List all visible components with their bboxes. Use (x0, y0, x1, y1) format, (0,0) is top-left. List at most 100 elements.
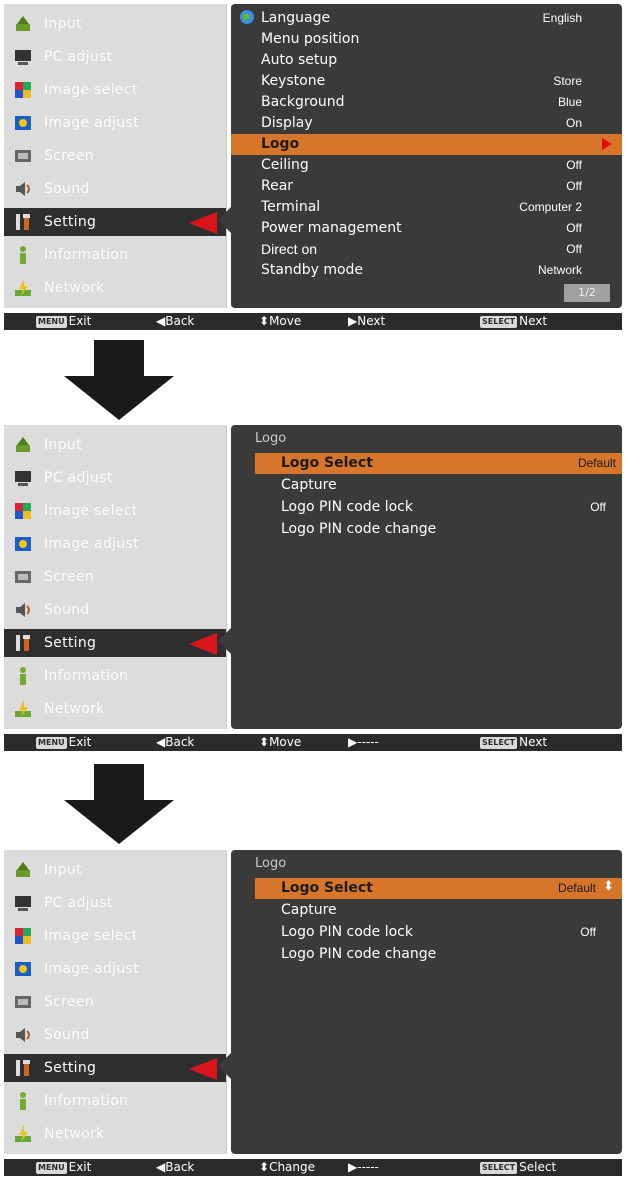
menu-row-terminal[interactable]: Terminal Computer 2 (231, 197, 622, 218)
menu-row-logo-pin-code-lock[interactable]: Logo PIN code lock Off (255, 922, 622, 943)
sound-icon (12, 599, 34, 621)
screen-3: Input PC adjust Image select Image adjus… (4, 850, 626, 1178)
menu-row-keystone[interactable]: Keystone Store (231, 71, 622, 92)
menu-row-value: Off (590, 500, 606, 514)
sound-icon (12, 178, 34, 200)
sidebar-item-label: Input (44, 437, 82, 453)
sidebar-item-label: PC adjust (44, 49, 113, 65)
menu-row-power-management[interactable]: Power management Off (231, 218, 622, 239)
status-next: ▶----- (348, 1160, 379, 1174)
menu-row-capture[interactable]: Capture (255, 900, 622, 921)
menu-row-value: Default (577, 456, 616, 470)
menu-row-value: Off (566, 158, 582, 172)
sidebar-item-label: Information (44, 247, 129, 263)
sidebar-item-label: Information (44, 668, 129, 684)
menu-row-value: Computer 2 (519, 200, 582, 214)
sidebar-item-pc-adjust[interactable]: PC adjust (4, 889, 226, 917)
sidebar-item-image-select[interactable]: Image select (4, 922, 226, 950)
menu-row-rear[interactable]: Rear Off (231, 176, 622, 197)
sidebar-item-information[interactable]: Information (4, 1087, 226, 1115)
pc-adjust-icon (12, 892, 34, 914)
menu-row-ceiling[interactable]: Ceiling Off (231, 155, 622, 176)
image-adjust-icon (12, 533, 34, 555)
submenu-title: Logo (255, 431, 287, 446)
sidebar-item-image-select[interactable]: Image select (4, 76, 226, 104)
submenu-pointer (218, 627, 232, 655)
status-select-label: Select (519, 1160, 557, 1174)
menu-row-label: Capture (281, 902, 337, 918)
submenu-pointer (218, 206, 232, 234)
sidebar-item-pc-adjust[interactable]: PC adjust (4, 464, 226, 492)
setting-menu-panel: Language English Menu position Auto setup… (231, 4, 622, 308)
menu-row-value: Off (566, 179, 582, 193)
sidebar-item-label: PC adjust (44, 470, 113, 486)
status-exit: MENU Exit (36, 735, 91, 749)
submenu-arrow-icon (602, 138, 612, 154)
sidebar-item-information[interactable]: Information (4, 662, 226, 690)
menu-row-capture[interactable]: Capture (255, 475, 622, 496)
logo-menu-panel: Logo Logo Select Default Capture Logo PIN… (231, 425, 622, 729)
sidebar-item-pc-adjust[interactable]: PC adjust (4, 43, 226, 71)
sidebar-item-image-adjust[interactable]: Image adjust (4, 955, 226, 983)
menu-row-logo-pin-code-change[interactable]: Logo PIN code change (255, 519, 622, 540)
menu-row-logo-pin-code-lock[interactable]: Logo PIN code lock Off (255, 497, 622, 518)
menu-row-standby-mode[interactable]: Standby mode Network (231, 260, 622, 281)
status-back-label: Back (165, 314, 195, 328)
sidebar-item-screen[interactable]: Screen (4, 563, 226, 591)
select-key-icon: SELECT (480, 1161, 518, 1174)
screen-icon (12, 566, 34, 588)
menu-row-value: Default (557, 881, 596, 895)
status-next: ▶----- (348, 735, 379, 749)
status-back: ◀Back (156, 1160, 195, 1174)
menu-row-logo-select[interactable]: Logo Select Default ⬍ (255, 878, 622, 899)
sidebar-item-input[interactable]: Input (4, 431, 226, 459)
sidebar-item-input[interactable]: Input (4, 856, 226, 884)
setting-icon (12, 632, 34, 654)
sidebar-item-image-select[interactable]: Image select (4, 497, 226, 525)
status-exit-label: Exit (68, 314, 92, 328)
menu-row-logo-pin-code-change[interactable]: Logo PIN code change (255, 944, 622, 965)
network-icon (12, 698, 34, 720)
sidebar-item-network[interactable]: Network (4, 695, 226, 723)
sidebar-item-label: Screen (44, 148, 94, 164)
sidebar-item-input[interactable]: Input (4, 10, 226, 38)
sidebar-item-image-adjust[interactable]: Image adjust (4, 109, 226, 137)
menu-row-label: Logo Select (281, 455, 373, 471)
menu-row-language[interactable]: Language English (231, 8, 622, 29)
menu-row-logo[interactable]: Logo (231, 134, 622, 155)
status-exit: MENU Exit (36, 1160, 91, 1174)
sidebar-item-screen[interactable]: Screen (4, 988, 226, 1016)
sidebar-item-screen[interactable]: Screen (4, 142, 226, 170)
menu-row-label: Auto setup (261, 52, 338, 68)
sidebar-item-network[interactable]: Network (4, 274, 226, 302)
sidebar-item-network[interactable]: Network (4, 1120, 226, 1148)
information-icon (12, 665, 34, 687)
status-exit-label: Exit (68, 735, 92, 749)
sidebar-item-label: Image adjust (44, 536, 139, 552)
input-icon (12, 13, 34, 35)
network-icon (12, 1123, 34, 1145)
status-exit-label: Exit (68, 1160, 92, 1174)
sidebar-item-label: PC adjust (44, 895, 113, 911)
menu-row-menu-position[interactable]: Menu position (231, 29, 622, 50)
sidebar-item-image-adjust[interactable]: Image adjust (4, 530, 226, 558)
status-next-label: Next (357, 314, 386, 328)
menu-row-label: Rear (261, 178, 294, 194)
sidebar-item-label: Image select (44, 82, 138, 98)
menu-row-direct-on[interactable]: Direct on Off (231, 239, 622, 260)
menu-row-display[interactable]: Display On (231, 113, 622, 134)
menu-row-value: On (565, 116, 582, 130)
sidebar-item-label: Image adjust (44, 115, 139, 131)
sidebar-item-sound[interactable]: Sound (4, 175, 226, 203)
sidebar-item-label: Sound (44, 602, 90, 618)
status-back-label: Back (165, 735, 195, 749)
sidebar-item-sound[interactable]: Sound (4, 596, 226, 624)
menu-row-background[interactable]: Background Blue (231, 92, 622, 113)
menu-row-logo-select[interactable]: Logo Select Default (255, 453, 622, 474)
sidebar-item-information[interactable]: Information (4, 241, 226, 269)
input-icon (12, 859, 34, 881)
status-select-label: Next (519, 314, 548, 328)
menu-row-auto-setup[interactable]: Auto setup (231, 50, 622, 71)
sidebar-item-sound[interactable]: Sound (4, 1021, 226, 1049)
menu-row-value: Off (566, 221, 582, 235)
